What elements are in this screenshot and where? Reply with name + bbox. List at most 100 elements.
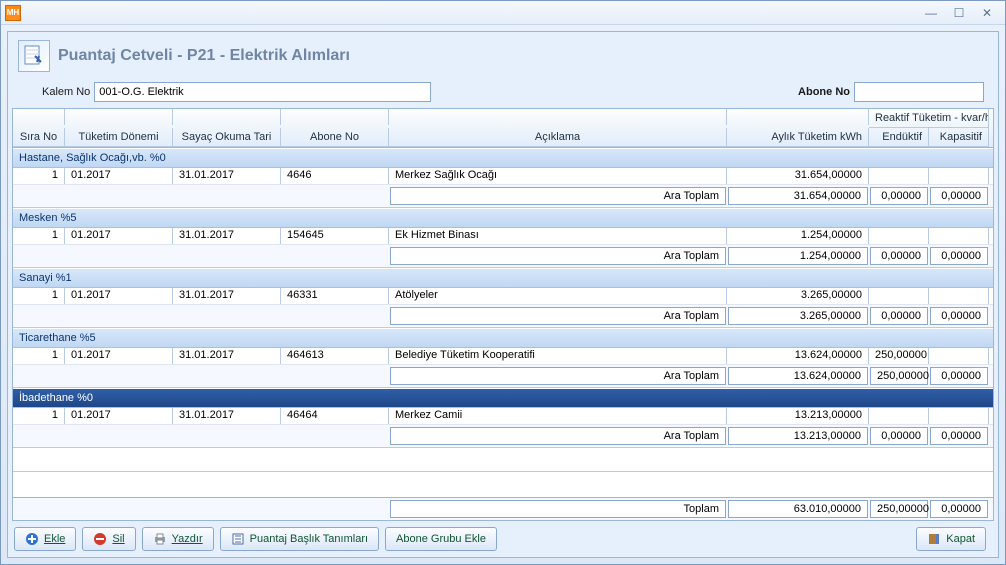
subtotal-row: Ara Toplam13.624,00000250,000000,00000	[13, 365, 993, 388]
subtotal-enduktif: 250,00000	[870, 367, 928, 385]
cell-donem[interactable]: 01.2017	[65, 348, 173, 364]
grid-header: Reaktif Tüketim - kvar/h Sıra No Tüketim…	[13, 109, 993, 148]
cell-tarih[interactable]: 31.01.2017	[173, 228, 281, 244]
cell-aylik[interactable]: 13.213,00000	[727, 408, 869, 424]
inner-frame: Puantaj Cetveli - P21 - Elektrik Alımlar…	[7, 31, 999, 558]
minimize-button[interactable]: —	[917, 4, 945, 22]
close-button[interactable]: ✕	[973, 4, 1001, 22]
yazdir-button[interactable]: Yazdır	[142, 527, 214, 551]
cell-sira[interactable]: 1	[13, 348, 65, 364]
sil-label: Sil	[112, 533, 124, 545]
cell-sira[interactable]: 1	[13, 408, 65, 424]
cell-aylik[interactable]: 31.654,00000	[727, 168, 869, 184]
abone-grubu-ekle-button[interactable]: Abone Grubu Ekle	[385, 527, 497, 551]
cell-sira[interactable]: 1	[13, 288, 65, 304]
subtotal-kapasitif: 0,00000	[930, 187, 988, 205]
subtotal-enduktif: 0,00000	[870, 247, 928, 265]
yazdir-label: Yazdır	[172, 533, 203, 545]
cell-enduktif[interactable]	[869, 228, 929, 244]
cell-kapasitif[interactable]	[929, 168, 989, 184]
cell-kapasitif[interactable]	[929, 408, 989, 424]
cell-kapasitif[interactable]	[929, 348, 989, 364]
cell-tarih[interactable]: 31.01.2017	[173, 168, 281, 184]
cell-tarih[interactable]: 31.01.2017	[173, 288, 281, 304]
cell-abone[interactable]: 46464	[281, 408, 389, 424]
cell-aciklama[interactable]: Atölyeler	[389, 288, 727, 304]
subtotal-aylik: 1.254,00000	[728, 247, 868, 265]
data-row[interactable]: 101.201731.01.2017464613Belediye Tüketim…	[13, 348, 993, 365]
cell-abone[interactable]: 4646	[281, 168, 389, 184]
cell-tarih[interactable]: 31.01.2017	[173, 408, 281, 424]
cell-donem[interactable]: 01.2017	[65, 408, 173, 424]
group-header[interactable]: Mesken %5	[13, 208, 993, 228]
cell-kapasitif[interactable]	[929, 228, 989, 244]
baslik-label: Puantaj Başlık Tanımları	[250, 533, 368, 545]
kapat-button[interactable]: Kapat	[916, 527, 986, 551]
cell-abone[interactable]: 46331	[281, 288, 389, 304]
grid-body[interactable]: Hastane, Sağlık Ocağı,vb. %0101.201731.0…	[13, 148, 993, 471]
totals-row: Toplam 63.010,00000 250,00000 0,00000	[13, 497, 993, 520]
cell-tarih[interactable]: 31.01.2017	[173, 348, 281, 364]
sil-button[interactable]: Sil	[82, 527, 135, 551]
col-tarih[interactable]: Sayaç Okuma Tari	[173, 128, 281, 147]
door-icon	[927, 532, 941, 546]
puantaj-baslik-button[interactable]: Puantaj Başlık Tanımları	[220, 527, 379, 551]
subtotal-label: Ara Toplam	[390, 367, 726, 385]
col-abone[interactable]: Abone No	[281, 128, 389, 147]
kalem-no-value: 001-O.G. Elektrik	[99, 86, 183, 98]
cell-aciklama[interactable]: Merkez Camii	[389, 408, 727, 424]
data-row[interactable]: 101.201731.01.201746331Atölyeler3.265,00…	[13, 288, 993, 305]
data-row[interactable]: 101.201731.01.2017154645Ek Hizmet Binası…	[13, 228, 993, 245]
button-row: Ekle Sil Yazdır	[12, 521, 994, 551]
titlebar[interactable]: MH — ☐ ✕	[1, 1, 1005, 25]
group-header[interactable]: İbadethane %0	[13, 388, 993, 408]
app-icon: MH	[5, 5, 21, 21]
total-label: Toplam	[390, 500, 726, 518]
cell-abone[interactable]: 154645	[281, 228, 389, 244]
col-aylik[interactable]: Aylık Tüketim kWh	[727, 128, 869, 147]
cell-aciklama[interactable]: Ek Hizmet Binası	[389, 228, 727, 244]
col-enduktif[interactable]: Endüktif	[869, 128, 929, 147]
cell-donem[interactable]: 01.2017	[65, 288, 173, 304]
total-kapasitif: 0,00000	[930, 500, 988, 518]
group-header[interactable]: Hastane, Sağlık Ocağı,vb. %0	[13, 148, 993, 168]
cell-sira[interactable]: 1	[13, 228, 65, 244]
subtotal-row: Ara Toplam1.254,000000,000000,00000	[13, 245, 993, 268]
cell-aciklama[interactable]: Belediye Tüketim Kooperatifi	[389, 348, 727, 364]
cell-kapasitif[interactable]	[929, 288, 989, 304]
maximize-button[interactable]: ☐	[945, 4, 973, 22]
cell-donem[interactable]: 01.2017	[65, 228, 173, 244]
abone-no-input[interactable]	[854, 82, 984, 102]
cell-enduktif[interactable]: 250,00000	[869, 348, 929, 364]
subtotal-kapasitif: 0,00000	[930, 367, 988, 385]
cell-sira[interactable]: 1	[13, 168, 65, 184]
col-aciklama[interactable]: Açıklama	[389, 128, 727, 147]
cell-donem[interactable]: 01.2017	[65, 168, 173, 184]
data-row[interactable]: 101.201731.01.20174646Merkez Sağlık Ocağ…	[13, 168, 993, 185]
printer-icon	[153, 532, 167, 546]
subtotal-enduktif: 0,00000	[870, 307, 928, 325]
col-kapasitif[interactable]: Kapasitif	[929, 128, 989, 147]
cell-enduktif[interactable]	[869, 288, 929, 304]
cell-aylik[interactable]: 1.254,00000	[727, 228, 869, 244]
ekle-button[interactable]: Ekle	[14, 527, 76, 551]
cell-enduktif[interactable]	[869, 408, 929, 424]
cell-aylik[interactable]: 13.624,00000	[727, 348, 869, 364]
subtotal-row: Ara Toplam31.654,000000,000000,00000	[13, 185, 993, 208]
col-sira[interactable]: Sıra No	[13, 128, 65, 147]
page-title: Puantaj Cetveli - P21 - Elektrik Alımlar…	[58, 47, 350, 65]
cell-enduktif[interactable]	[869, 168, 929, 184]
group-header[interactable]: Ticarethane %5	[13, 328, 993, 348]
document-icon	[18, 40, 50, 72]
minus-icon	[93, 532, 107, 546]
col-reaktif-group[interactable]: Reaktif Tüketim - kvar/h	[869, 109, 989, 128]
kalem-no-combo[interactable]: 001-O.G. Elektrik	[94, 82, 431, 102]
data-row[interactable]: 101.201731.01.201746464Merkez Camii13.21…	[13, 408, 993, 425]
cell-abone[interactable]: 464613	[281, 348, 389, 364]
col-donem[interactable]: Tüketim Dönemi	[65, 128, 173, 147]
cell-aylik[interactable]: 3.265,00000	[727, 288, 869, 304]
group-header[interactable]: Sanayi %1	[13, 268, 993, 288]
cell-aciklama[interactable]: Merkez Sağlık Ocağı	[389, 168, 727, 184]
content-area: Puantaj Cetveli - P21 - Elektrik Alımlar…	[1, 25, 1005, 564]
subtotal-kapasitif: 0,00000	[930, 307, 988, 325]
